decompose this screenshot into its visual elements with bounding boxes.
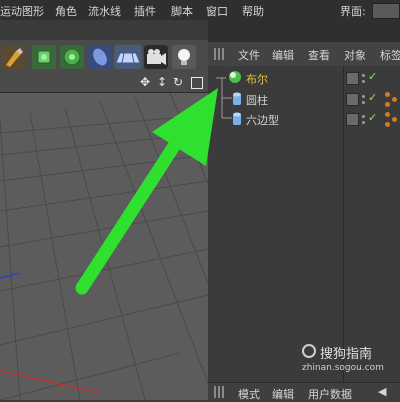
- cube-generator-icon[interactable]: [32, 45, 56, 69]
- object-label: 圆柱: [246, 94, 268, 107]
- enabled-check-icon[interactable]: ✓: [368, 111, 377, 124]
- tag-icon[interactable]: [385, 122, 390, 127]
- pm-file[interactable]: 文件: [238, 47, 260, 63]
- menu-bar: 运动图形 角色 流水线 插件 脚本 窗口 帮助 界面:: [0, 0, 400, 21]
- tag-icon[interactable]: [392, 117, 397, 122]
- sogou-logo-icon: [302, 344, 316, 358]
- grip-icon[interactable]: [214, 386, 226, 398]
- attributes-panel-header: 模式 编辑 用户数据 ◀: [208, 382, 400, 401]
- floor-icon[interactable]: [114, 45, 142, 69]
- pen-tool-icon[interactable]: [2, 45, 26, 69]
- pm-view[interactable]: 查看: [308, 47, 330, 63]
- visibility-dot[interactable]: [362, 74, 365, 77]
- pm-edit[interactable]: 编辑: [272, 47, 294, 63]
- light-icon[interactable]: [172, 45, 196, 69]
- back-arrow-icon[interactable]: ◀: [378, 385, 386, 398]
- layout-label: 界面:: [340, 5, 366, 18]
- watermark-url: zhinan.sogou.com: [302, 363, 384, 373]
- tag-icon[interactable]: [385, 92, 390, 97]
- layer-toggle[interactable]: [346, 113, 359, 126]
- enabled-check-icon[interactable]: ✓: [368, 70, 377, 83]
- panel-top-bar: [208, 20, 400, 42]
- toolbar-top-strip: [0, 20, 208, 40]
- visibility-dot[interactable]: [362, 101, 365, 104]
- layer-toggle[interactable]: [346, 93, 359, 106]
- pm-tags[interactable]: 标签: [380, 47, 400, 63]
- visibility-dot[interactable]: [362, 95, 365, 98]
- annotation-arrow: [75, 88, 218, 295]
- pm-object[interactable]: 对象: [344, 47, 366, 63]
- tag-icon[interactable]: [385, 112, 390, 117]
- watermark-brand: 搜狗指南: [320, 347, 373, 362]
- object-label: 布尔: [246, 73, 268, 86]
- object-label: 六边型: [246, 114, 279, 127]
- enabled-check-icon[interactable]: ✓: [368, 91, 377, 104]
- menu-mograph[interactable]: 运动图形: [0, 3, 44, 19]
- object-manager-menu: 文件 编辑 查看 对象 标签: [208, 42, 400, 67]
- tag-icon[interactable]: [385, 102, 390, 107]
- visibility-dot[interactable]: [362, 115, 365, 118]
- camera-icon[interactable]: [144, 45, 168, 69]
- layout-dropdown[interactable]: [372, 3, 400, 19]
- deformer-icon[interactable]: [88, 45, 112, 69]
- grip-icon[interactable]: [214, 48, 226, 60]
- visibility-dot[interactable]: [362, 121, 365, 124]
- array-icon[interactable]: [60, 45, 84, 69]
- layer-toggle[interactable]: [346, 72, 359, 85]
- visibility-dot[interactable]: [362, 80, 365, 83]
- menu-plugins[interactable]: 插件: [134, 3, 156, 19]
- menu-script[interactable]: 脚本: [171, 3, 193, 19]
- tag-icon[interactable]: [392, 97, 397, 102]
- menu-pipeline[interactable]: 流水线: [88, 3, 121, 19]
- menu-character[interactable]: 角色: [55, 3, 77, 19]
- menu-window[interactable]: 窗口: [206, 3, 228, 19]
- menu-help[interactable]: 帮助: [242, 3, 264, 19]
